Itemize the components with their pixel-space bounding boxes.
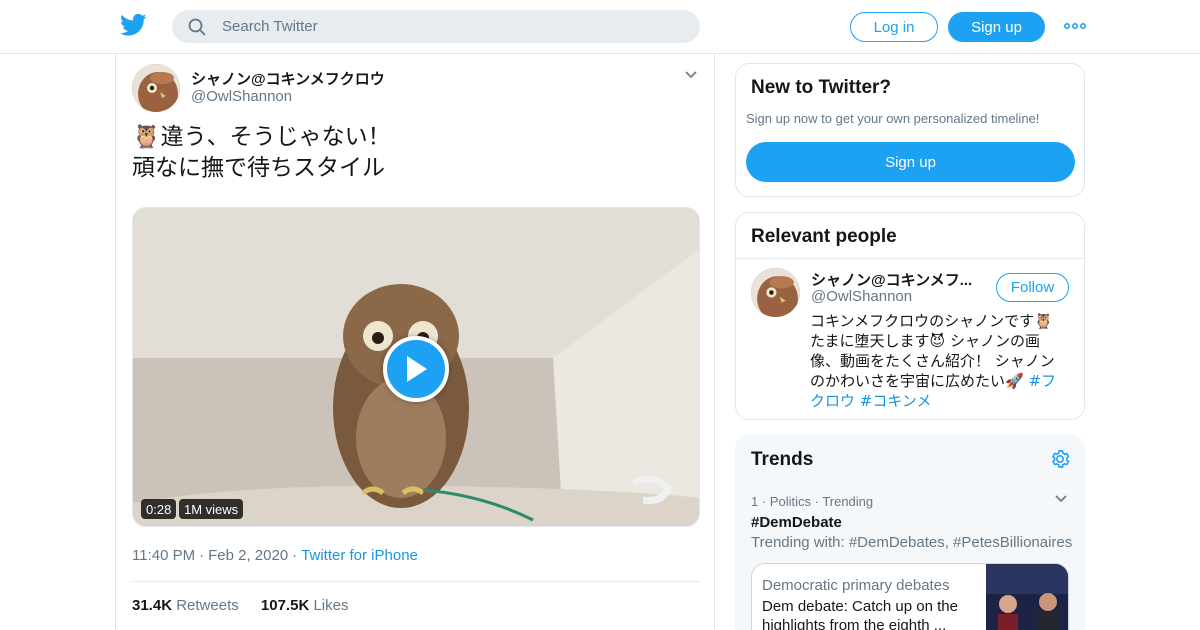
tweet-time[interactable]: 11:40 PM <box>132 547 195 564</box>
tweet-detail: シャノン@コキンメフクロウ @OwlShannon 🦉違う、そうじゃない！ 頑な… <box>115 54 715 630</box>
trend-related[interactable]: Trending with: #DemDebates, #PetesBillio… <box>751 534 1072 551</box>
news-title: Democratic primary debates <box>762 577 950 594</box>
chevron-down-icon[interactable] <box>684 70 698 80</box>
tweet-stats: 31.4K Retweets 107.5K Likes <box>132 597 348 614</box>
author-avatar[interactable] <box>132 64 180 112</box>
trend-meta: 1 · Politics · Trending <box>751 494 874 509</box>
tweet-text-line: 🦉違う、そうじゃない！ <box>132 124 391 150</box>
likes-stat[interactable]: 107.5K Likes <box>261 597 349 614</box>
person-handle[interactable]: @OwlShannon <box>811 288 912 305</box>
separator: · <box>199 547 205 564</box>
trends-card: Trends 1 · Politics · Trending #DemDebat… <box>735 435 1085 630</box>
video-views-badge: 1M views <box>179 499 244 519</box>
tweet-text-line: 頑なに撫で待ちスタイル <box>132 155 385 181</box>
play-icon <box>407 356 427 382</box>
news-body: Dem debate: Catch up on the highlights f… <box>762 598 958 630</box>
news-image <box>986 564 1068 630</box>
top-navigation-bar: Log in Sign up <box>0 0 1200 54</box>
divider <box>736 258 1084 259</box>
trend-status: Trending <box>822 494 874 509</box>
card-title: Trends <box>751 449 814 470</box>
card-subtitle: Sign up now to get your own personalized… <box>746 111 1040 126</box>
relevant-people-card: Relevant people シャノン@コキンメフ... @OwlShanno… <box>735 212 1085 420</box>
retweets-count: 31.4K <box>132 597 173 614</box>
search-icon <box>188 18 206 35</box>
hashtag-link[interactable]: #コキンメ <box>860 392 932 410</box>
author-name[interactable]: シャノン@コキンメフクロウ <box>191 68 385 89</box>
retweets-label: Retweets <box>176 597 239 614</box>
card-title: New to Twitter? <box>751 77 892 98</box>
video-player[interactable]: 0:28 1M views <box>132 207 700 527</box>
twitter-logo-icon[interactable] <box>120 13 147 37</box>
person-bio: コキンメフクロウのシャノンです🦉たまに堕天します😈 シャノンの画像、動画をたくさ… <box>810 311 1062 411</box>
card-title: Relevant people <box>751 226 897 247</box>
login-button[interactable]: Log in <box>850 12 938 42</box>
follow-button[interactable]: Follow <box>996 273 1069 302</box>
person-avatar[interactable] <box>751 268 800 317</box>
search-bar[interactable] <box>172 10 700 43</box>
trend-name[interactable]: #DemDebate <box>751 514 842 531</box>
divider <box>130 581 700 582</box>
author-handle[interactable]: @OwlShannon <box>191 88 292 105</box>
video-duration-badge: 0:28 <box>141 499 177 519</box>
trend-rank: 1 <box>751 494 759 509</box>
trend-category: Politics <box>769 494 811 509</box>
person-name[interactable]: シャノン@コキンメフ... <box>811 269 972 290</box>
retweets-stat[interactable]: 31.4K Retweets <box>132 597 239 614</box>
likes-label: Likes <box>313 597 349 614</box>
tweet-metadata: 11:40 PM · Feb 2, 2020 · Twitter for iPhone <box>132 547 418 564</box>
likes-count: 107.5K <box>260 597 310 614</box>
play-button[interactable] <box>383 336 449 402</box>
gear-icon[interactable] <box>1049 448 1071 470</box>
tweet-date[interactable]: Feb 2, 2020 <box>208 547 288 564</box>
search-input[interactable] <box>222 18 662 35</box>
new-to-twitter-card: New to Twitter? Sign up now to get your … <box>735 63 1085 197</box>
bio-text: コキンメフクロウのシャノンです🦉たまに堕天します😈 シャノンの画像、動画をたくさ… <box>810 312 1055 390</box>
separator: · <box>292 547 298 564</box>
more-options-icon[interactable] <box>1064 21 1086 31</box>
signup-button-header[interactable]: Sign up <box>948 12 1045 42</box>
chevron-down-icon[interactable] <box>1054 494 1068 504</box>
signup-button-sidebar[interactable]: Sign up <box>746 142 1075 182</box>
tweet-text: 🦉違う、そうじゃない！ 頑なに撫で待ちスタイル <box>132 122 391 184</box>
tweet-source-link[interactable]: Twitter for iPhone <box>301 547 418 564</box>
news-card[interactable]: Democratic primary debates Dem debate: C… <box>751 563 1069 630</box>
